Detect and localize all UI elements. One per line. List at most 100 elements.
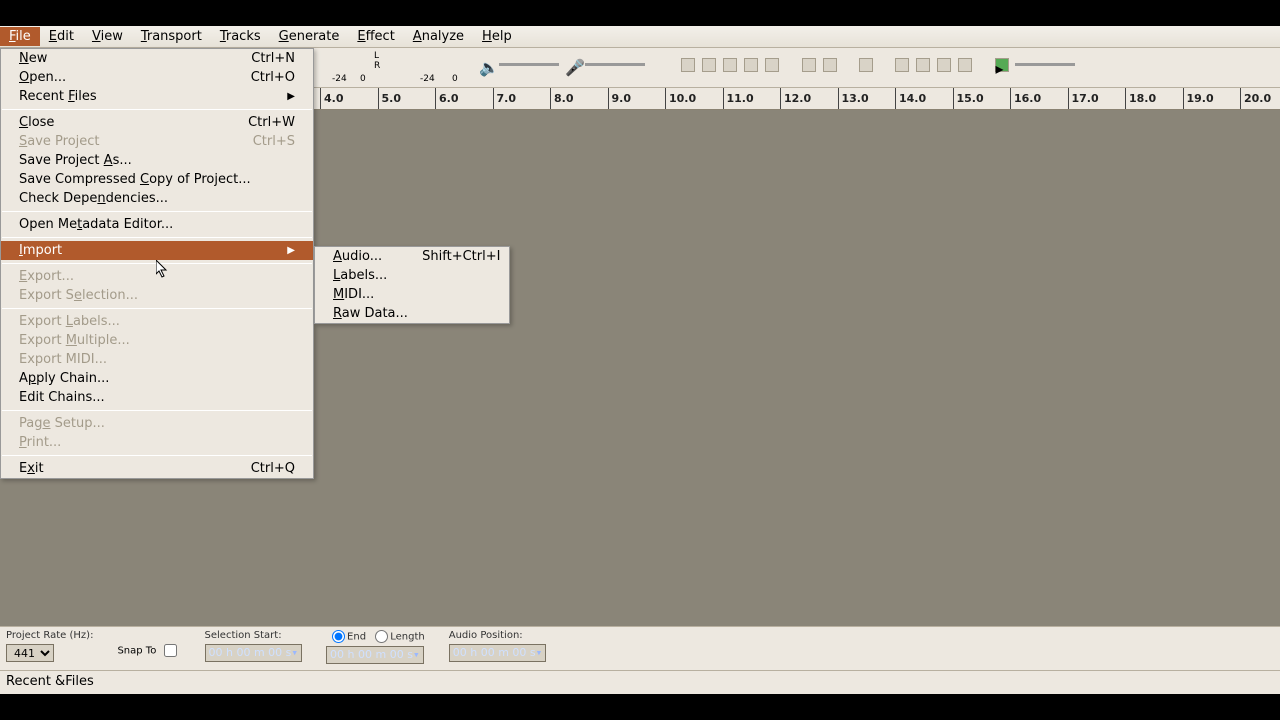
shortcut: Ctrl+Q bbox=[251, 461, 295, 476]
import-menu-item-audio[interactable]: Audio...Shift+Ctrl+I bbox=[315, 247, 509, 266]
ruler-tick: 19.0 bbox=[1183, 88, 1184, 109]
silence-icon[interactable] bbox=[765, 58, 779, 72]
menubar-item-generate[interactable]: Generate bbox=[270, 27, 349, 46]
selection-start-time[interactable]: 00 h 00 m 00 s▾ bbox=[205, 644, 303, 662]
ruler-tick: 12.0 bbox=[780, 88, 781, 109]
shortcut: Ctrl+O bbox=[251, 70, 295, 85]
menubar-item-edit[interactable]: Edit bbox=[40, 27, 83, 46]
menu-separator bbox=[2, 109, 312, 110]
selection-toolbar: Project Rate (Hz): 441 Snap To Selection… bbox=[0, 626, 1280, 670]
mic-icon[interactable]: 🎤 bbox=[565, 58, 579, 72]
file-menu-item-export-midi: Export MIDI... bbox=[1, 350, 313, 369]
file-menu-item-save-project-as[interactable]: Save Project As... bbox=[1, 151, 313, 170]
file-menu-item-export-multiple: Export Multiple... bbox=[1, 331, 313, 350]
file-menu-item-save-compressed-copy-of-project[interactable]: Save Compressed Copy of Project... bbox=[1, 170, 313, 189]
length-label: Length bbox=[390, 632, 425, 643]
ruler-tick: 10.0 bbox=[665, 88, 666, 109]
snap-to-label: Snap To bbox=[117, 646, 156, 657]
paste-icon[interactable] bbox=[723, 58, 737, 72]
snap-to-checkbox[interactable] bbox=[164, 644, 177, 657]
ruler-tick: 11.0 bbox=[723, 88, 724, 109]
speaker-icon[interactable]: 🔈 bbox=[479, 58, 493, 72]
cut-icon[interactable] bbox=[681, 58, 695, 72]
file-menu-item-close[interactable]: CloseCtrl+W bbox=[1, 113, 313, 132]
end-label: End bbox=[347, 632, 366, 643]
file-menu-item-import[interactable]: Import▶ bbox=[1, 241, 313, 260]
redo-icon[interactable] bbox=[823, 58, 837, 72]
zoom-out-icon[interactable] bbox=[916, 58, 930, 72]
file-menu-item-open[interactable]: Open...Ctrl+O bbox=[1, 68, 313, 87]
ruler-tick: 16.0 bbox=[1010, 88, 1011, 109]
ruler-tick: 5.0 bbox=[378, 88, 379, 109]
shortcut: Ctrl+W bbox=[248, 115, 295, 130]
ruler-tick: 17.0 bbox=[1068, 88, 1069, 109]
audio-position-label: Audio Position: bbox=[449, 630, 547, 641]
file-menu-item-new[interactable]: NewCtrl+N bbox=[1, 49, 313, 68]
length-radio[interactable] bbox=[375, 630, 388, 643]
menubar-item-transport[interactable]: Transport bbox=[132, 27, 211, 46]
project-rate-label: Project Rate (Hz): bbox=[6, 630, 93, 641]
fit-project-icon[interactable] bbox=[958, 58, 972, 72]
submenu-arrow-icon: ▶ bbox=[287, 245, 295, 256]
selection-end-time[interactable]: 00 h 00 m 00 s▾ bbox=[326, 646, 424, 664]
menu-separator bbox=[2, 410, 312, 411]
menubar: FileEditViewTransportTracksGenerateEffec… bbox=[0, 26, 1280, 48]
meter-left-zero: 0 bbox=[360, 74, 366, 84]
import-submenu: Audio...Shift+Ctrl+ILabels...MIDI...Raw … bbox=[314, 246, 510, 324]
meter-right-min: -24 bbox=[420, 74, 435, 84]
sync-icon[interactable] bbox=[859, 58, 873, 72]
play-at-speed-icon[interactable]: ▸ bbox=[995, 58, 1009, 72]
status-bar: Recent &Files bbox=[0, 670, 1280, 692]
status-text: Recent &Files bbox=[6, 674, 94, 689]
meter-right-zero: 0 bbox=[452, 74, 458, 84]
undo-icon[interactable] bbox=[802, 58, 816, 72]
ruler-tick: 15.0 bbox=[953, 88, 954, 109]
shortcut: Shift+Ctrl+I bbox=[422, 249, 500, 264]
ruler-tick: 7.0 bbox=[493, 88, 494, 109]
file-menu-item-page-setup: Page Setup... bbox=[1, 414, 313, 433]
menubar-item-file[interactable]: File bbox=[0, 27, 40, 46]
menubar-item-view[interactable]: View bbox=[83, 27, 132, 46]
file-menu-item-export: Export... bbox=[1, 267, 313, 286]
project-rate-select[interactable]: 441 bbox=[6, 644, 54, 662]
file-menu-item-export-selection: Export Selection... bbox=[1, 286, 313, 305]
ruler-tick: 13.0 bbox=[838, 88, 839, 109]
file-menu-item-save-project: Save ProjectCtrl+S bbox=[1, 132, 313, 151]
meter-l-label: L bbox=[374, 51, 379, 61]
menu-separator bbox=[2, 211, 312, 212]
ruler-tick: 8.0 bbox=[550, 88, 551, 109]
shortcut: Ctrl+N bbox=[251, 51, 295, 66]
file-menu-item-exit[interactable]: ExitCtrl+Q bbox=[1, 459, 313, 478]
copy-icon[interactable] bbox=[702, 58, 716, 72]
file-menu-item-recent-files[interactable]: Recent Files▶ bbox=[1, 87, 313, 106]
trim-icon[interactable] bbox=[744, 58, 758, 72]
file-menu-item-check-dependencies[interactable]: Check Dependencies... bbox=[1, 189, 313, 208]
ruler-tick: 18.0 bbox=[1125, 88, 1126, 109]
shortcut: Ctrl+S bbox=[253, 134, 295, 149]
file-menu-item-open-metadata-editor[interactable]: Open Metadata Editor... bbox=[1, 215, 313, 234]
ruler-tick: 4.0 bbox=[320, 88, 321, 109]
audio-position-time[interactable]: 00 h 00 m 00 s▾ bbox=[449, 644, 547, 662]
import-menu-item-labels[interactable]: Labels... bbox=[315, 266, 509, 285]
import-menu-item-midi[interactable]: MIDI... bbox=[315, 285, 509, 304]
ruler-tick: 14.0 bbox=[895, 88, 896, 109]
meter-left-min: -24 bbox=[332, 74, 347, 84]
import-menu-item-raw-data[interactable]: Raw Data... bbox=[315, 304, 509, 323]
file-menu-item-print: Print... bbox=[1, 433, 313, 452]
selection-start-label: Selection Start: bbox=[205, 630, 303, 641]
menubar-item-tracks[interactable]: Tracks bbox=[211, 27, 270, 46]
ruler-tick: 20.0 bbox=[1240, 88, 1241, 109]
submenu-arrow-icon: ▶ bbox=[287, 91, 295, 102]
end-radio[interactable] bbox=[332, 630, 345, 643]
file-menu-item-edit-chains[interactable]: Edit Chains... bbox=[1, 388, 313, 407]
fit-selection-icon[interactable] bbox=[937, 58, 951, 72]
file-menu-item-apply-chain[interactable]: Apply Chain... bbox=[1, 369, 313, 388]
ruler-tick: 9.0 bbox=[608, 88, 609, 109]
menubar-item-effect[interactable]: Effect bbox=[348, 27, 403, 46]
ruler-tick: 6.0 bbox=[435, 88, 436, 109]
menu-separator bbox=[2, 263, 312, 264]
menubar-item-analyze[interactable]: Analyze bbox=[404, 27, 473, 46]
menubar-item-help[interactable]: Help bbox=[473, 27, 521, 46]
zoom-in-icon[interactable] bbox=[895, 58, 909, 72]
file-menu-item-export-labels: Export Labels... bbox=[1, 312, 313, 331]
